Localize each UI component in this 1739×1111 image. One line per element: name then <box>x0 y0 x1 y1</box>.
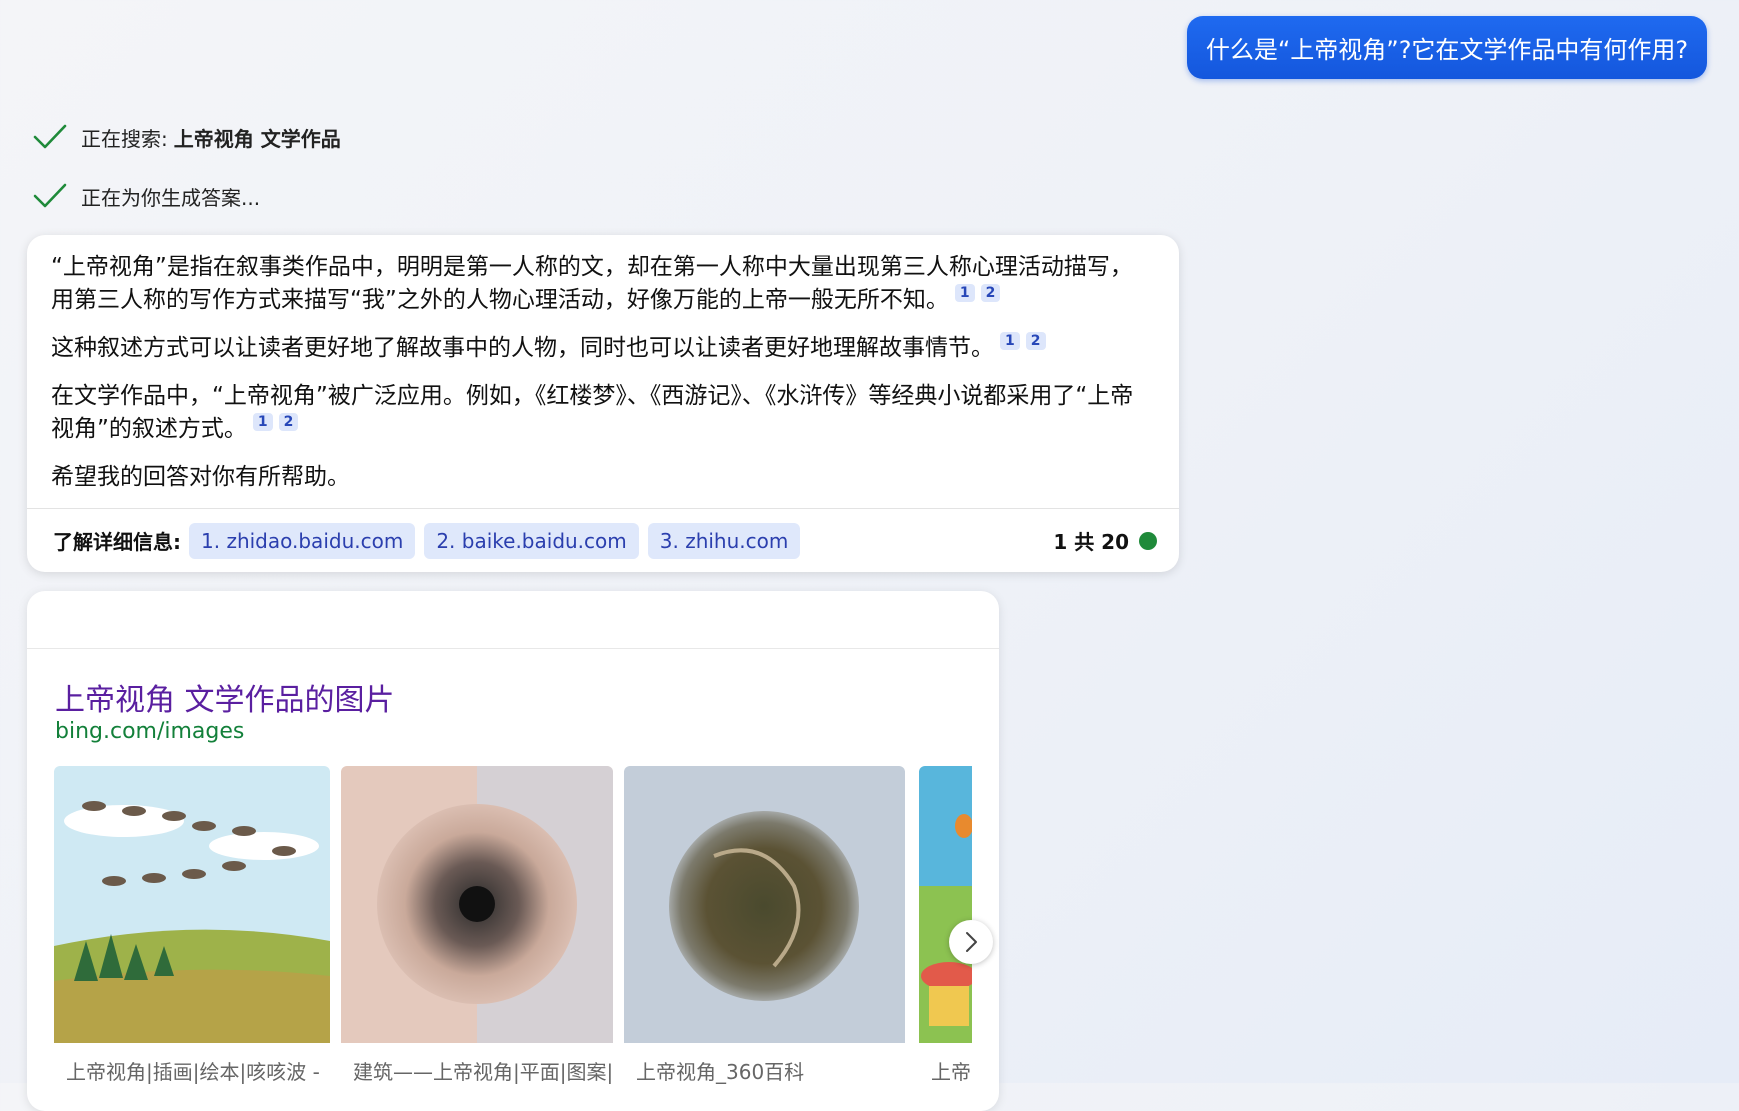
answer-paragraph: “上帝视角”是指在叙事类作品中，明明是第一人称的文，却在第一人称中大量出现第三人… <box>51 251 1155 317</box>
status-generating-text: 正在为你生成答案... <box>81 185 261 210</box>
citation-badge[interactable]: 2 <box>980 284 1001 302</box>
image-results-title[interactable]: 上帝视角 文学作品的图片 <box>55 675 395 719</box>
card-top-bar <box>27 591 999 649</box>
response-count: 1 共 20 <box>1053 526 1157 555</box>
citation-badge[interactable]: 1 <box>1000 332 1020 350</box>
chevron-right-icon <box>966 932 977 952</box>
source-link-2[interactable]: 2. baike.baidu.com <box>424 522 639 559</box>
learn-more-label: 了解详细信息: <box>53 530 181 554</box>
image-city-planet <box>341 766 613 1043</box>
citation-badge[interactable]: 1 <box>252 413 273 431</box>
image-cartoon-partial <box>919 766 972 1043</box>
status-dot-icon <box>1139 531 1157 550</box>
image-thumbnail[interactable]: 上帝视角_360百科 <box>624 766 905 1096</box>
status-searching-prefix: 正在搜索: <box>81 126 168 151</box>
user-message-text: 什么是“上帝视角”?它在文学作品中有何作用? <box>1205 36 1689 64</box>
check-icon <box>33 183 67 208</box>
answer-body: “上帝视角”是指在叙事类作品中，明明是第一人称的文，却在第一人称中大量出现第三人… <box>27 235 1179 494</box>
answer-paragraph: 这种叙述方式可以让读者更好地了解故事中的人物，同时也可以让读者更好地理解故事情节… <box>51 332 1155 365</box>
image-carousel: 上帝视角|插画|绘本|咳咳波 - 建筑——上帝视角|平面|图案| 上帝视角_36… <box>54 766 972 1096</box>
source-link-1[interactable]: 1. zhidao.baidu.com <box>189 522 416 559</box>
user-message-bubble: 什么是“上帝视角”?它在文学作品中有何作用? <box>1187 16 1707 79</box>
answer-card: “上帝视角”是指在叙事类作品中，明明是第一人称的文，却在第一人称中大量出现第三人… <box>27 235 1179 572</box>
answer-paragraph-text: 在文学作品中，“上帝视角”被广泛应用。例如，《红楼梦》、《西游记》、《水浒传》等… <box>51 383 1134 442</box>
check-icon <box>33 124 67 149</box>
answer-paragraph: 在文学作品中，“上帝视角”被广泛应用。例如，《红楼梦》、《西游记》、《水浒传》等… <box>51 380 1155 446</box>
citation-badge[interactable]: 2 <box>1025 332 1046 350</box>
response-count-text: 1 共 20 <box>1053 530 1129 554</box>
status-searching: 正在搜索: 上帝视角 文学作品 <box>32 122 341 152</box>
status-generating: 正在为你生成答案... <box>32 181 260 211</box>
source-link-3[interactable]: 3. zhihu.com <box>647 522 801 559</box>
citation-badge[interactable]: 1 <box>954 284 975 302</box>
answer-paragraph-text: 这种叙述方式可以让读者更好地了解故事中的人物，同时也可以让读者更好地理解故事情节… <box>51 335 994 361</box>
image-geese-illustration <box>54 766 330 1043</box>
image-thumbnail[interactable]: 建筑——上帝视角|平面|图案| <box>341 766 613 1096</box>
answer-paragraph: 希望我的回答对你有所帮助。 <box>51 461 1155 494</box>
image-great-wall-planet <box>624 766 905 1043</box>
image-results-card: 上帝视角 文学作品的图片 bing.com/images 上帝视角|插画|绘本|… <box>27 591 999 1111</box>
image-caption: 上帝视角|插画|绘本|咳咳波 - <box>66 1060 320 1084</box>
image-caption: 上帝视角_360百科 <box>636 1060 805 1084</box>
citation-badge[interactable]: 2 <box>278 413 299 431</box>
carousel-next-button[interactable] <box>949 920 993 964</box>
image-thumbnail[interactable]: 上帝视角|插画|绘本|咳咳波 - <box>54 766 330 1096</box>
status-searching-query: 上帝视角 文学作品 <box>173 126 341 151</box>
image-results-source[interactable]: bing.com/images <box>55 719 244 744</box>
answer-paragraph-text: 希望我的回答对你有所帮助。 <box>51 464 350 490</box>
image-caption: 上帝 <box>931 1060 971 1084</box>
image-caption: 建筑——上帝视角|平面|图案| <box>353 1060 614 1084</box>
learn-more-row: 了解详细信息: 1. zhidao.baidu.com 2. baike.bai… <box>27 508 1179 572</box>
